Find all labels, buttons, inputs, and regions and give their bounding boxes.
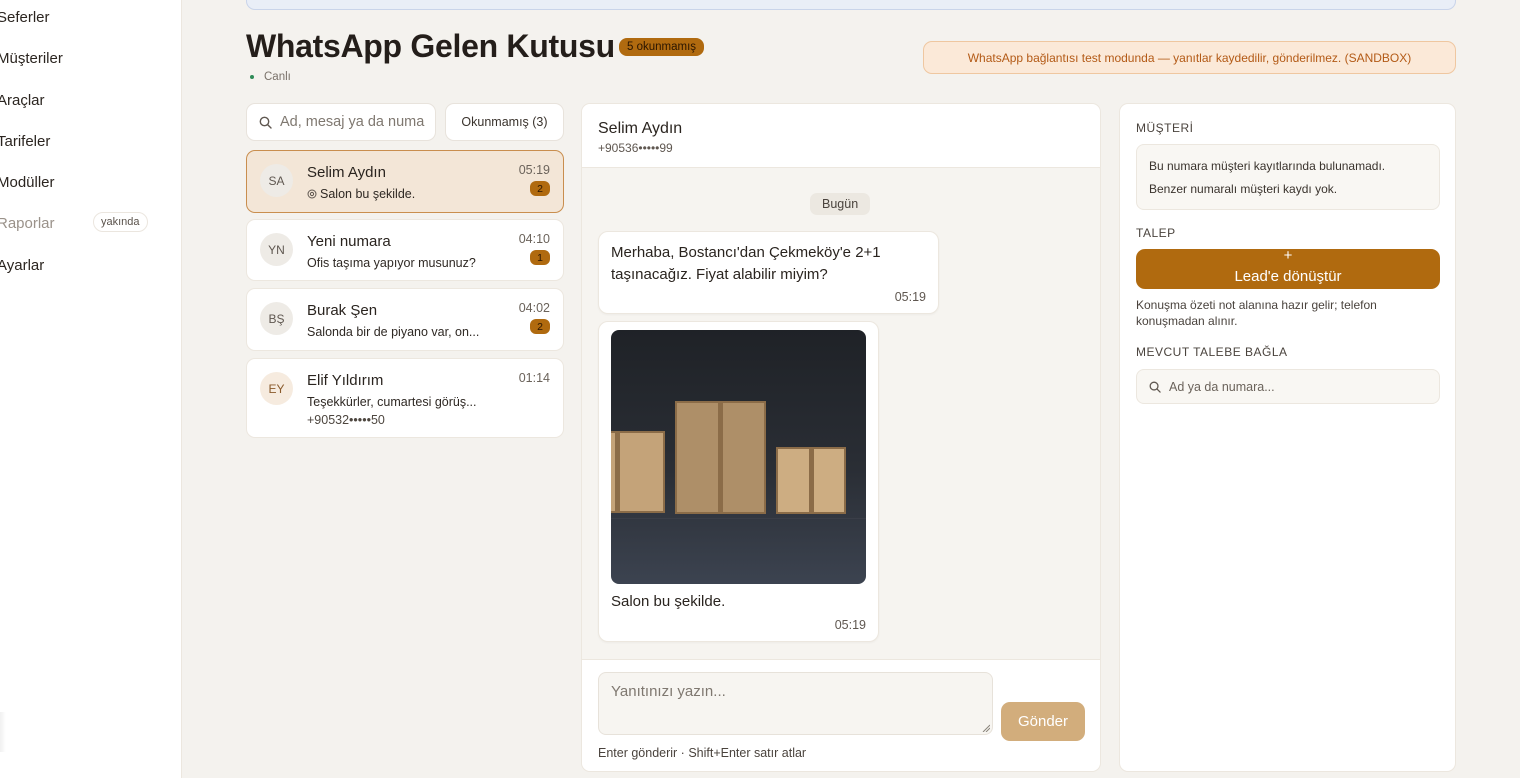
sidebar-item-moduller[interactable]: Modüller (0, 174, 55, 191)
convert-to-lead-button[interactable]: + Lead'e dönüştür (1136, 247, 1440, 289)
avatar: EY (260, 372, 293, 405)
conversation-item-elif[interactable]: EY Elif Yıldırım Teşekkürler, cumartesi … (246, 358, 564, 438)
avatar: SA (260, 164, 293, 197)
convert-to-lead-label: Lead'e dönüştür (1234, 268, 1342, 285)
request-section-label: TALEP (1136, 226, 1176, 240)
chat-panel: Selim Aydın +90536•••••99 Bugün Merhaba,… (581, 103, 1101, 772)
sidebar-item-label: Modüller (0, 174, 55, 191)
sidebar-item-tarifeler[interactable]: Tarifeler (0, 133, 50, 150)
conversation-name: Burak Şen (307, 302, 378, 319)
plus-icon: + (1283, 247, 1293, 264)
details-panel: MÜŞTERİ Bu numara müşteri kayıtlarında b… (1119, 103, 1456, 772)
conversation-item-yeni[interactable]: YN Yeni numara Ofis taşıma yapıyor musun… (246, 219, 564, 281)
send-button[interactable]: Gönder (1001, 702, 1085, 741)
unread-count-badge: 5 okunmamış (619, 38, 705, 56)
composer-hint: Enter gönderir · Shift+Enter satır atlar (598, 746, 807, 760)
sidebar-item-seferler[interactable]: Seferler (0, 9, 50, 26)
message-line: taşınacağız. Fiyat alabilir miyim? (611, 266, 828, 283)
search-icon (259, 116, 272, 129)
avatar: BŞ (260, 302, 293, 335)
reply-composer: Gönder Enter gönderir · Shift+Enter satı… (582, 659, 1100, 771)
conversation-preview: Teşekkürler, cumartesi görüş... (307, 395, 477, 409)
conversation-name: Selim Aydın (307, 164, 386, 181)
sidebar-item-label: Araçlar (0, 92, 45, 109)
boxes-photo[interactable] (611, 330, 866, 584)
conversation-search[interactable] (246, 103, 436, 141)
link-request-section-label: MEVCUT TALEBE BAĞLA (1136, 345, 1288, 359)
conversation-time: 04:02 (518, 301, 550, 315)
sidebar-item-ayarlar[interactable]: Ayarlar (0, 257, 44, 274)
conversation-preview: Salon bu şekilde. (307, 187, 415, 201)
customer-not-found-text: Bu numara müşteri kayıtlarında bulunamad… (1149, 159, 1386, 173)
customer-no-similar-text: Benzer numaralı müşteri kaydı yok. (1149, 182, 1338, 196)
chat-header: Selim Aydın +90536•••••99 (582, 104, 1100, 168)
top-banner (246, 0, 1456, 10)
sidebar-item-label: Müşteriler (0, 50, 63, 67)
unread-filter-button[interactable]: Okunmamış (3) (445, 103, 564, 141)
box-shape (776, 447, 846, 514)
live-status-label: Canlı (264, 71, 291, 83)
message-time: 05:19 (834, 618, 866, 632)
sidebar-item-raporlar: Raporlar yakında (0, 212, 148, 232)
message-text: Merhaba, Bostancı'dan Çekmeköy'e 2+1 taş… (611, 242, 881, 286)
link-request-input[interactable] (1169, 379, 1429, 394)
customer-section-label: MÜŞTERİ (1136, 121, 1194, 135)
chat-contact-name: Selim Aydın (598, 120, 683, 137)
chat-contact-phone: +90536•••••99 (598, 141, 673, 155)
live-status: Canlı (250, 71, 291, 83)
conversation-item-burak[interactable]: BŞ Burak Şen Salonda bir de piyano var, … (246, 288, 564, 351)
conversation-preview-text: Salon bu şekilde. (320, 187, 416, 201)
reply-input[interactable] (598, 672, 993, 735)
sidebar-item-label: Seferler (0, 9, 50, 26)
message-caption: Salon bu şekilde. (611, 593, 726, 610)
lead-note: Konuşma özeti not alanına hazır gelir; t… (1136, 298, 1377, 328)
page-title: WhatsApp Gelen Kutusu (246, 28, 615, 64)
search-input[interactable] (280, 114, 425, 130)
conversation-name: Elif Yıldırım (307, 372, 384, 389)
sidebar-item-araclar[interactable]: Araçlar (0, 92, 45, 109)
unread-badge: 2 (530, 319, 550, 334)
message-bubble: Merhaba, Bostancı'dan Çekmeköy'e 2+1 taş… (598, 231, 939, 314)
sidebar: Seferler Müşteriler Araçlar Tarifeler Mo… (0, 0, 182, 778)
sidebar-edge-shadow (0, 712, 6, 752)
customer-info-box: Bu numara müşteri kayıtlarında bulunamad… (1136, 144, 1440, 210)
conversation-phone: +90532•••••50 (307, 413, 385, 427)
avatar: YN (260, 233, 293, 266)
box-shape (675, 401, 766, 514)
conversation-time: 01:14 (518, 371, 550, 385)
live-dot-icon (250, 74, 254, 79)
floor-line (611, 518, 866, 519)
unread-badge: 1 (530, 250, 550, 265)
search-icon (1149, 381, 1161, 393)
unread-badge: 2 (530, 181, 550, 196)
conversation-item-selim[interactable]: SA Selim Aydın Salon bu şekilde. 05:19 2 (246, 150, 564, 213)
conversation-time: 05:19 (518, 163, 550, 177)
message-bubble-image: Salon bu şekilde. 05:19 (598, 321, 879, 642)
day-separator: Bugün (810, 193, 871, 215)
message-line: Merhaba, Bostancı'dan Çekmeköy'e 2+1 (611, 244, 881, 261)
box-shape (611, 431, 665, 513)
message-time: 05:19 (894, 290, 926, 304)
sidebar-item-label: Ayarlar (0, 257, 45, 274)
sidebar-item-musteriler[interactable]: Müşteriler (0, 50, 63, 67)
camera-icon (307, 189, 317, 199)
resize-handle-icon[interactable] (982, 724, 990, 732)
conversation-name: Yeni numara (307, 233, 391, 250)
conversation-time: 04:10 (518, 232, 550, 246)
conversation-preview: Salonda bir de piyano var, on... (307, 325, 480, 339)
link-request-search[interactable] (1136, 369, 1440, 404)
sidebar-item-label: Tarifeler (0, 133, 51, 150)
sandbox-notice: WhatsApp bağlantısı test modunda — yanıt… (923, 41, 1456, 74)
coming-soon-badge: yakında (93, 212, 148, 232)
conversation-preview: Ofis taşıma yapıyor musunuz? (307, 256, 476, 270)
sidebar-item-label: Raporlar (0, 215, 55, 232)
